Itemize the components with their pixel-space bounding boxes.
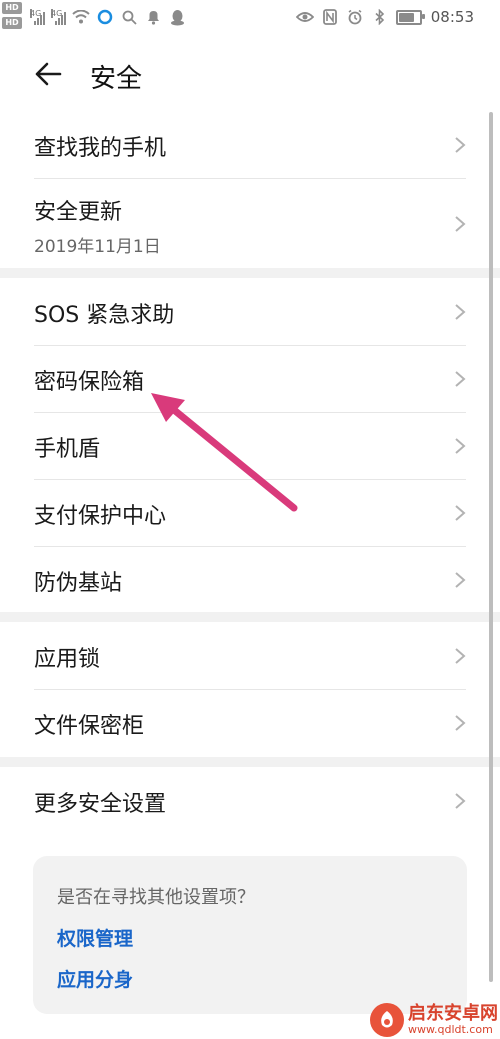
bluetooth-icon	[371, 8, 389, 26]
hd-badge-top: HD	[2, 2, 22, 14]
settings-item-label: SOS 紧急求助	[34, 303, 175, 328]
nfc-icon	[321, 8, 339, 26]
chevron-right-icon	[455, 137, 466, 153]
wifi-icon	[72, 8, 90, 26]
sync-icon	[96, 8, 114, 26]
list-group-find-and-update: 查找我的手机 安全更新 2019年11月1日	[0, 112, 500, 268]
alarm-icon	[346, 8, 364, 26]
page-title: 安全	[90, 64, 143, 94]
notification-bell-icon	[144, 8, 162, 26]
network-type-2: 4G	[51, 9, 63, 18]
battery-icon	[395, 9, 425, 25]
app-header: 安全	[0, 46, 500, 102]
security-update-date: 2019年11月1日	[34, 237, 161, 257]
scrollbar[interactable]	[489, 112, 493, 982]
chevron-right-icon	[455, 371, 466, 387]
settings-item-file-safe[interactable]: 文件保密柜	[34, 690, 466, 756]
chevron-right-icon	[455, 438, 466, 454]
settings-item-label: 更多安全设置	[34, 792, 167, 817]
network-type-1: 4G	[30, 9, 42, 18]
permission-management-link[interactable]: 权限管理	[57, 924, 133, 951]
settings-item-password-vault[interactable]: 密码保险箱	[34, 346, 466, 413]
hd-badge-bottom: HD	[2, 17, 22, 29]
settings-item-label: 查找我的手机	[34, 136, 167, 161]
settings-item-find-my-phone[interactable]: 查找我的手机	[34, 112, 466, 179]
status-time: 08:53	[430, 8, 474, 26]
settings-item-phone-shield[interactable]: 手机盾	[34, 413, 466, 480]
section-divider	[0, 268, 500, 278]
settings-item-security-update[interactable]: 安全更新 2019年11月1日	[34, 179, 466, 268]
settings-item-fake-base-station[interactable]: 防伪基站	[34, 547, 466, 613]
app-twin-link[interactable]: 应用分身	[57, 965, 133, 992]
chevron-right-icon	[455, 304, 466, 320]
settings-item-sos[interactable]: SOS 紧急求助	[34, 279, 466, 346]
settings-item-label: 密码保险箱	[34, 370, 145, 395]
settings-item-app-lock[interactable]: 应用锁	[34, 623, 466, 690]
section-divider	[0, 612, 500, 622]
signal-icon: 4G	[51, 9, 66, 25]
search-icon	[120, 8, 138, 26]
chevron-right-icon	[455, 715, 466, 731]
watermark: 启东安卓网 www.qdldt.com	[370, 1003, 498, 1037]
qq-icon	[168, 8, 186, 26]
suggestion-card: 是否在寻找其他设置项？ 权限管理 应用分身	[33, 856, 467, 1014]
settings-item-label: 应用锁	[34, 647, 101, 672]
chevron-right-icon	[455, 505, 466, 521]
settings-item-payment-protection[interactable]: 支付保护中心	[34, 480, 466, 547]
back-button[interactable]	[30, 56, 66, 92]
section-divider	[0, 757, 500, 767]
settings-item-more-security[interactable]: 更多安全设置	[34, 768, 466, 834]
suggestion-question: 是否在寻找其他设置项？	[57, 887, 255, 908]
chevron-right-icon	[455, 572, 466, 588]
settings-item-label: 防伪基站	[34, 571, 123, 596]
list-group-more: 更多安全设置	[0, 768, 500, 834]
chevron-right-icon	[455, 215, 466, 232]
hd-icon: HD HD	[2, 2, 24, 32]
chevron-right-icon	[455, 648, 466, 664]
arrow-left-icon	[35, 62, 62, 86]
chevron-right-icon	[455, 793, 466, 809]
signal-icon: 4G	[30, 9, 45, 25]
status-bar: HD HD 4G 4G 08:53	[0, 0, 500, 34]
settings-item-label: 文件保密柜	[34, 714, 145, 739]
battery-level	[398, 12, 414, 22]
settings-item-label: 支付保护中心	[34, 504, 167, 529]
watermark-url: www.qdldt.com	[408, 1022, 493, 1036]
watermark-title: 启东安卓网	[408, 1003, 498, 1025]
settings-item-label: 手机盾	[34, 437, 101, 462]
list-group-protection: SOS 紧急求助 密码保险箱 手机盾 支付保护中心 防伪基站	[0, 279, 500, 613]
settings-item-label: 安全更新	[34, 200, 123, 225]
watermark-logo-icon	[370, 1003, 404, 1037]
list-group-lock: 应用锁 文件保密柜	[0, 623, 500, 756]
eye-icon	[295, 8, 314, 26]
security-settings-screen: HD HD 4G 4G 08:53 安全 查找我的手机 安全更新 2019年11…	[0, 0, 500, 1039]
